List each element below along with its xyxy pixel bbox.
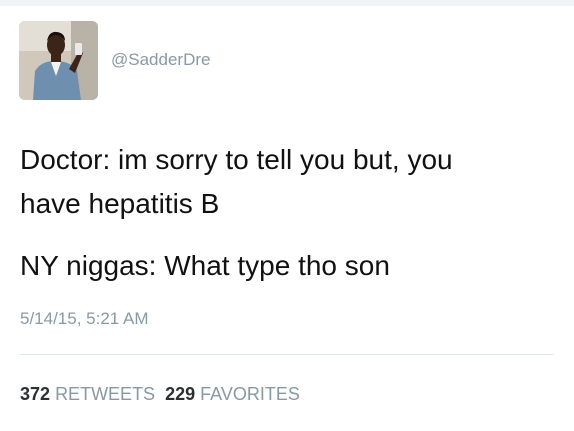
retweets-stat[interactable]: 372 RETWEETS [20,384,155,404]
favorites-label: FAVORITES [200,384,300,404]
tweet-timestamp[interactable]: 5/14/15, 5:21 AM [20,308,149,330]
tweet-text-line: NY niggas: What type tho son [20,250,390,281]
favorites-stat[interactable]: 229 FAVORITES [165,384,300,404]
tweet-text-line: Doctor: im sorry to tell you but, you [20,144,453,175]
avatar-photo-icon [19,21,98,100]
favorites-count: 229 [165,384,196,404]
retweets-label: RETWEETS [55,384,156,404]
user-handle[interactable]: @SadderDre [111,50,210,70]
retweets-count: 372 [20,384,51,404]
avatar[interactable] [19,21,98,100]
divider [20,354,554,355]
tweet-stats: 372 RETWEETS 229 FAVORITES [20,383,300,405]
tweet-text-line: have hepatitis B [20,188,220,219]
top-strip [0,0,574,6]
